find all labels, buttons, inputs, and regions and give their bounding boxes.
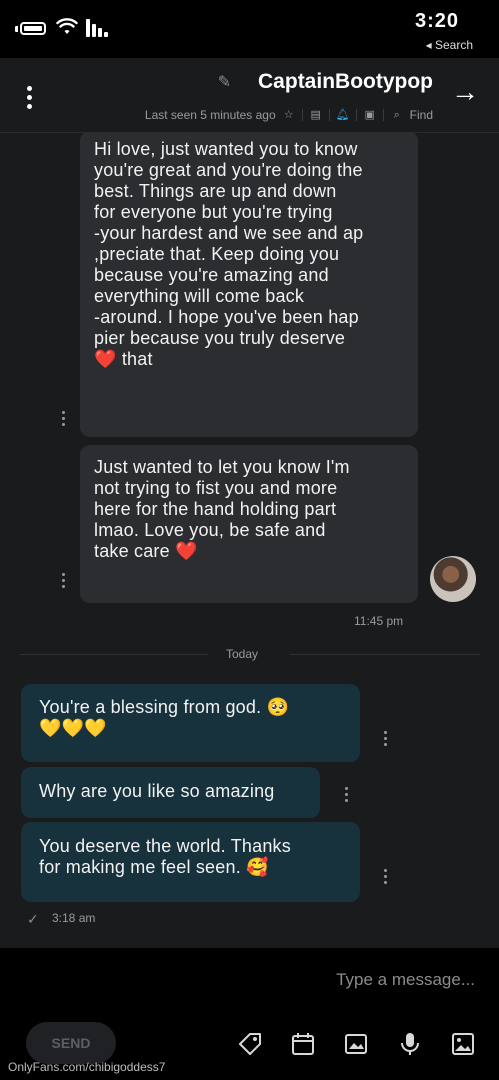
price-tag-icon[interactable] [236,1030,264,1058]
divider [382,109,384,121]
message-text: Just wanted to let you know I'm not tryi… [94,457,350,561]
last-seen: Last seen 5 minutes ago [144,108,276,122]
divider [355,109,357,121]
gallery-icon[interactable] [342,1030,370,1058]
date-divider-line [290,654,480,655]
list-icon[interactable]: ▤ [309,108,323,122]
back-to-search[interactable]: ◂ Search [426,38,473,52]
divider [328,109,330,121]
status-time: 3:20 [414,10,459,32]
search-icon[interactable]: ⌕ [390,108,404,122]
message-list[interactable]: Hi love, just wanted you to know you're … [0,133,499,948]
bell-icon[interactable]: 🔔︎ [336,108,350,122]
message-options-icon[interactable] [60,411,66,431]
read-check-icon: ✓ [27,911,39,927]
chat-screen: 3:20 ◂ Search ✎ CaptainBootypop → Last s… [0,0,499,1080]
message-bubble[interactable]: You deserve the world. Thanks for making… [21,822,360,902]
message-text: Why are you like so amazing [39,781,275,801]
message-options-icon[interactable] [343,787,349,807]
calendar-icon[interactable] [289,1030,317,1058]
message-time: 11:45 pm [354,614,404,628]
battery-nub [15,26,18,32]
star-icon[interactable]: ☆ [282,108,296,122]
watermark: OnlyFans.com/chibigoddess7 [8,1060,166,1074]
wifi-icon [56,18,78,34]
message-input[interactable]: Type a message... [336,970,475,990]
edit-name-icon[interactable]: ✎ [218,72,231,92]
status-bar: 3:20 ◂ Search [0,0,499,58]
avatar[interactable] [430,556,476,602]
message-bubble[interactable]: Hi love, just wanted you to know you're … [80,133,418,437]
message-bubble[interactable]: You're a blessing from god. 🥺 💛💛💛 [21,684,360,762]
header-subbar: Last seen 5 minutes ago ☆ ▤ 🔔︎ ▣ ⌕ Find [145,106,433,124]
message-text: You're a blessing from god. 🥺 💛💛💛 [39,697,290,738]
message-options-icon[interactable] [382,731,388,751]
message-time: 3:18 am [52,911,96,925]
divider [301,109,303,121]
message-text: Hi love, just wanted you to know you're … [94,139,364,369]
contact-name[interactable]: CaptainBootypop [258,70,433,94]
image-icon[interactable] [449,1030,477,1058]
chat-header: ✎ CaptainBootypop → Last seen 5 minutes … [0,58,499,133]
battery-icon [20,22,46,35]
find-label[interactable]: Find [410,108,433,122]
back-arrow-icon[interactable]: → [451,78,479,106]
send-button[interactable]: SEND [26,1022,116,1064]
message-options-icon[interactable] [60,573,66,593]
signal-icon [86,19,110,37]
message-text: You deserve the world. Thanks for making… [39,836,291,877]
microphone-icon[interactable] [396,1030,424,1058]
more-options-icon[interactable] [24,86,34,112]
date-divider-label: Today [226,647,259,661]
message-bubble[interactable]: Just wanted to let you know I'm not tryi… [80,445,418,603]
image-icon[interactable]: ▣ [363,108,377,122]
date-divider-line [20,654,208,655]
message-options-icon[interactable] [382,869,388,889]
message-bubble[interactable]: Why are you like so amazing [21,767,320,818]
